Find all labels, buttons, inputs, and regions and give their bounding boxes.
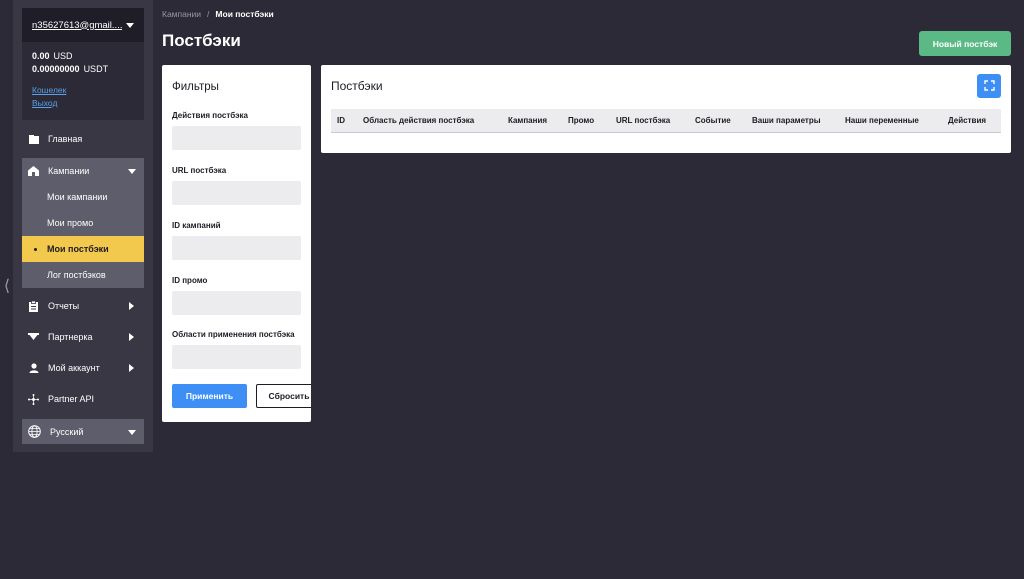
funnel-icon [28, 332, 39, 343]
balance-currency: USD [53, 51, 73, 61]
filter-label-campaign-ids: ID кампаний [172, 221, 221, 230]
home-icon [28, 134, 39, 145]
breadcrumb-parent[interactable]: Кампании [162, 9, 201, 19]
nav-item-label: Кампании [48, 166, 90, 176]
column-header-promo[interactable]: Промо [568, 116, 594, 125]
page-title: Постбэки [162, 31, 241, 50]
user-icon [28, 363, 39, 374]
column-header-actions[interactable]: Действия [948, 116, 986, 125]
nav-item-my-account[interactable]: Мой аккаунт [22, 355, 144, 381]
chevron-right-icon [129, 302, 134, 310]
apply-button[interactable]: Применить [172, 384, 247, 408]
table-header: ID Область действия постбэка Кампания Пр… [331, 109, 1001, 133]
balance-usd: 0.00 USD [32, 50, 134, 63]
chevron-right-icon [129, 333, 134, 341]
reset-button[interactable]: Сбросить [256, 384, 311, 408]
new-postback-button[interactable]: Новый постбэк [919, 31, 1011, 56]
nav-item-label: Мой аккаунт [48, 363, 100, 373]
chevron-down-icon [126, 22, 134, 28]
column-header-our-vars[interactable]: Наши переменные [845, 116, 919, 125]
house-icon [28, 166, 39, 177]
column-header-id[interactable]: ID [337, 116, 345, 125]
nav-item-reports[interactable]: Отчеты [22, 293, 144, 319]
main-nav: Главная Кампании Мои кампании Мои промо … [22, 126, 144, 444]
account-box: n35627613@gmail.... 0.00 USD 0.00000000 US… [22, 8, 144, 120]
clipboard-icon [28, 300, 39, 312]
submenu-item-my-campaigns[interactable]: Мои кампании [22, 184, 144, 210]
filter-campaign-ids-input[interactable] [172, 236, 301, 260]
sidebar: n35627613@gmail.... 0.00 USD 0.00000000 US… [13, 0, 153, 452]
nav-item-campaigns[interactable]: Кампании [22, 158, 144, 184]
globe-icon [28, 425, 41, 438]
nav-item-partnership[interactable]: Партнерка [22, 324, 144, 350]
account-email[interactable]: n35627613@gmail.... [32, 20, 122, 31]
language-label: Русский [50, 426, 84, 437]
language-selector[interactable]: Русский [22, 419, 144, 444]
submenu-item-postback-log[interactable]: Лог постбэков [22, 262, 144, 288]
column-header-your-params[interactable]: Ваши параметры [752, 116, 821, 125]
breadcrumb-current: Мои постбэки [215, 9, 274, 19]
filter-label-promo-ids: ID промо [172, 276, 208, 285]
nav-item-label: Отчеты [48, 301, 80, 311]
balance-list: 0.00 USD 0.00000000 USDT [22, 42, 144, 76]
api-network-icon [28, 393, 39, 405]
balance-currency: USDT [83, 64, 109, 74]
chevron-right-icon [129, 364, 134, 372]
chevron-down-icon [128, 430, 136, 435]
breadcrumb: Кампании / Мои постбэки [162, 9, 274, 19]
postbacks-panel: Постбэки ID Область действия постбэка Ка… [321, 65, 1011, 153]
filter-url-input[interactable] [172, 181, 301, 205]
column-header-event[interactable]: Событие [695, 116, 731, 125]
filter-promo-ids-input[interactable] [172, 291, 301, 315]
nav-item-label: Партнерка [48, 332, 93, 342]
campaigns-submenu: Мои кампании Мои промо Мои постбэки Лог … [22, 184, 144, 288]
account-dropdown[interactable]: n35627613@gmail.... [22, 8, 144, 42]
balance-usdt: 0.00000000 USDT [32, 63, 134, 76]
submenu-item-my-postbacks[interactable]: Мои постбэки [22, 236, 144, 262]
postbacks-table-title: Постбэки [331, 79, 383, 93]
breadcrumb-separator: / [207, 9, 210, 19]
filter-scopes-input[interactable] [172, 345, 301, 369]
account-links: Кошелек Выход [22, 76, 144, 110]
balance-amount: 0.00 [32, 51, 50, 61]
filters-title: Фильтры [172, 81, 219, 93]
sidebar-collapse-handle[interactable]: ⟨ [2, 277, 12, 297]
expand-icon [983, 79, 995, 94]
wallet-link[interactable]: Кошелек [32, 84, 134, 97]
filter-label-actions: Действия постбэка [172, 111, 248, 120]
nav-item-partner-api[interactable]: Partner API [22, 386, 144, 412]
balance-amount: 0.00000000 [32, 64, 80, 74]
column-header-url[interactable]: URL постбэка [616, 116, 670, 125]
filters-panel: Фильтры Действия постбэка URL постбэка I… [162, 65, 311, 422]
chevron-down-icon [128, 169, 136, 174]
column-header-campaign[interactable]: Кампания [508, 116, 547, 125]
filter-actions-input[interactable] [172, 126, 301, 150]
nav-item-home[interactable]: Главная [22, 126, 144, 152]
logout-link[interactable]: Выход [32, 97, 134, 110]
fullscreen-button[interactable] [977, 74, 1001, 98]
nav-item-label: Главная [48, 134, 83, 144]
filter-label-scopes: Области применения постбэка [172, 330, 295, 339]
column-header-scope[interactable]: Область действия постбэка [363, 116, 474, 125]
filter-label-url: URL постбэка [172, 166, 227, 175]
submenu-item-my-promo[interactable]: Мои промо [22, 210, 144, 236]
nav-item-label: Partner API [48, 394, 95, 404]
